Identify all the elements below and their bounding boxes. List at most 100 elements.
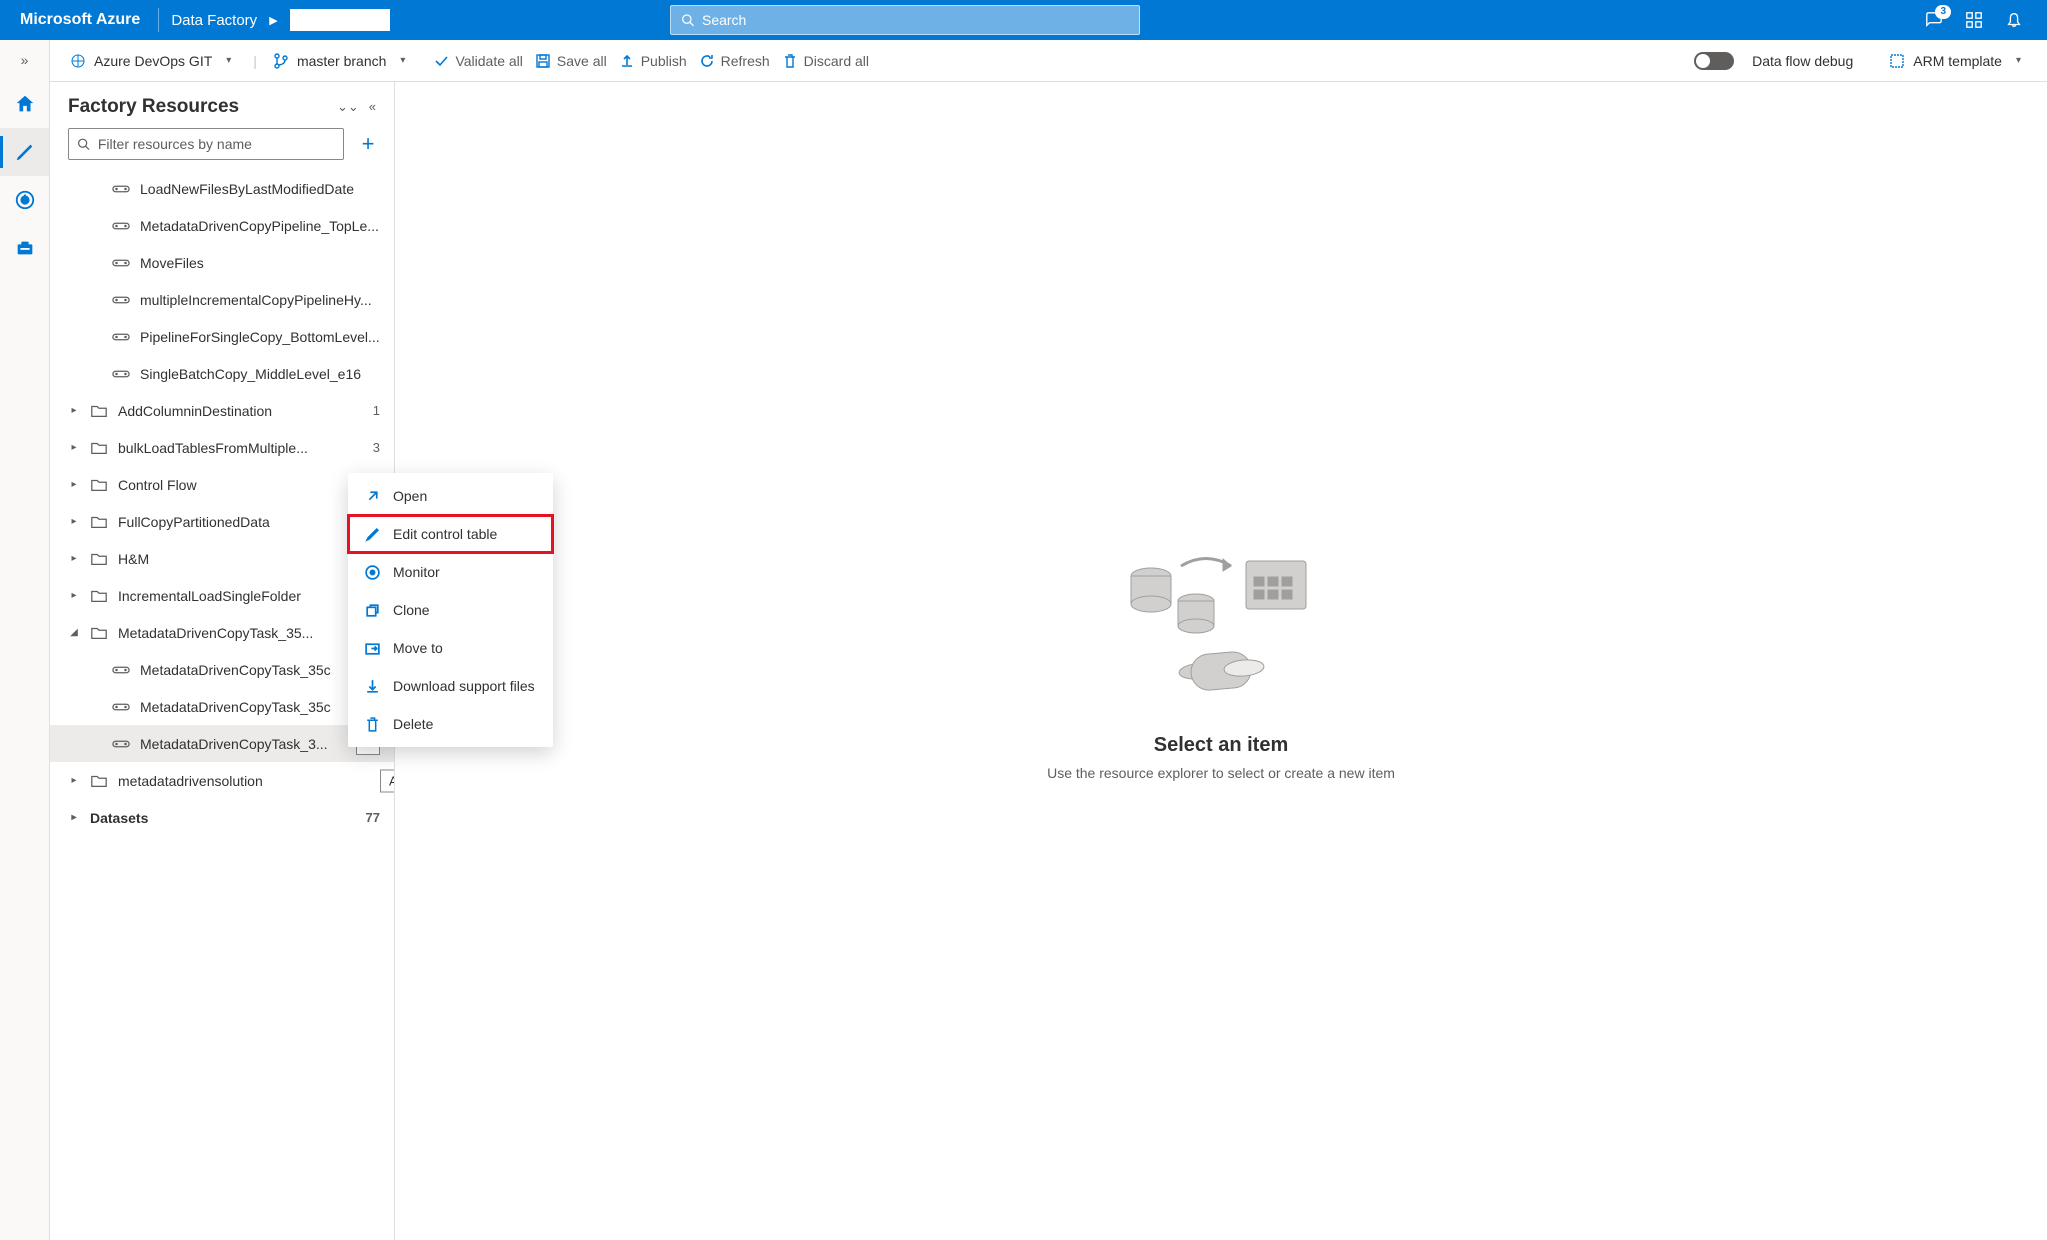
nav-author[interactable]: [0, 128, 49, 176]
tree-pipeline[interactable]: LoadNewFilesByLastModifiedDate: [50, 170, 394, 207]
git-repo-selector[interactable]: Azure DevOps GIT ▾: [70, 53, 237, 69]
menu-delete[interactable]: Delete: [348, 705, 553, 743]
pipeline-context-menu[interactable]: Open Edit control table Monitor Clone Mo…: [348, 473, 553, 747]
rail-expand-button[interactable]: »: [0, 40, 49, 80]
chevron-down-icon: ▾: [220, 55, 237, 66]
tree-item-label: metadatadrivensolution: [118, 773, 380, 789]
filter-row: +: [50, 128, 394, 170]
tree-pipeline[interactable]: MoveFiles: [50, 244, 394, 281]
nav-home[interactable]: [0, 80, 49, 128]
menu-open[interactable]: Open: [348, 477, 553, 515]
nav-manage[interactable]: [0, 224, 49, 272]
pipeline-icon: [112, 698, 130, 716]
tree-pipeline[interactable]: SingleBatchCopy_MiddleLevel_e16: [50, 355, 394, 392]
add-resource-button[interactable]: +: [356, 133, 380, 155]
menu-clone[interactable]: Clone: [348, 591, 553, 629]
tree-item-label: bulkLoadTablesFromMultiple...: [118, 440, 357, 456]
breadcrumb-factory-name: [290, 9, 390, 31]
placeholder-graphic-icon: [1111, 541, 1331, 711]
refresh-button[interactable]: Refresh: [699, 53, 770, 69]
tree-pipeline-child[interactable]: MetadataDrivenCopyTask_35c: [50, 688, 394, 725]
nav-monitor[interactable]: [0, 176, 49, 224]
branch-icon: [273, 53, 289, 69]
tree-item-label: IncrementalLoadSingleFolder: [118, 588, 380, 604]
resource-tree[interactable]: LoadNewFilesByLastModifiedDate MetadataDr…: [50, 170, 394, 1240]
save-icon: [535, 53, 551, 69]
breadcrumb-service: Data Factory: [171, 12, 257, 29]
pipeline-icon: [112, 291, 130, 309]
pipeline-icon: [112, 180, 130, 198]
validate-all-button[interactable]: Validate all: [433, 53, 522, 69]
tree-folder[interactable]: ▸ metadatadrivensolutionActions: [50, 762, 394, 799]
global-search[interactable]: [670, 5, 1140, 35]
collapse-all-icon[interactable]: ⌄⌄: [337, 99, 359, 115]
toggle-off-icon[interactable]: [1694, 52, 1734, 70]
menu-edit-control-table[interactable]: Edit control table: [348, 515, 553, 553]
chevron-down-icon: ▾: [2010, 55, 2027, 66]
tree-folder[interactable]: ▸Control Flow: [50, 466, 394, 503]
open-icon: [364, 488, 381, 505]
tree-item-label: H&M: [118, 551, 380, 567]
menu-monitor[interactable]: Monitor: [348, 553, 553, 591]
tree-folder[interactable]: ▸ H&M: [50, 540, 394, 577]
actions-tooltip: Actions: [380, 769, 394, 792]
expand-toggle-icon[interactable]: ◢: [68, 627, 80, 638]
tree-folder-open[interactable]: ◢ MetadataDrivenCopyTask_35...: [50, 614, 394, 651]
menu-move-to[interactable]: Move to: [348, 629, 553, 667]
feedback-badge: 3: [1935, 5, 1951, 19]
tree-folder[interactable]: ▸ IncrementalLoadSingleFolder: [50, 577, 394, 614]
trash-icon: [782, 53, 798, 69]
folder-icon: [90, 513, 108, 531]
search-input[interactable]: [702, 12, 1129, 28]
item-count: 77: [360, 810, 380, 825]
tree-pipeline-child[interactable]: MetadataDrivenCopyTask_3...···: [50, 725, 394, 762]
tree-pipeline-child[interactable]: MetadataDrivenCopyTask_35c: [50, 651, 394, 688]
folder-icon: [90, 550, 108, 568]
move-icon: [364, 640, 381, 657]
expand-toggle-icon[interactable]: ▸: [68, 516, 80, 527]
expand-toggle-icon[interactable]: ▸: [68, 479, 80, 490]
clone-icon: [364, 602, 381, 619]
tree-item-label: MetadataDrivenCopyPipeline_TopLe...: [140, 218, 380, 234]
publish-button[interactable]: Publish: [619, 53, 687, 69]
expand-toggle-icon[interactable]: ▸: [68, 775, 80, 786]
filter-input[interactable]: [98, 136, 335, 152]
canvas-placeholder: Select an item Use the resource explorer…: [395, 82, 2047, 1240]
discard-all-button[interactable]: Discard all: [782, 53, 869, 69]
tree-pipeline[interactable]: MetadataDrivenCopyPipeline_TopLe...: [50, 207, 394, 244]
expand-toggle-icon[interactable]: ▸: [68, 590, 80, 601]
breadcrumb[interactable]: Data Factory ▶: [165, 9, 389, 31]
save-all-button[interactable]: Save all: [535, 53, 607, 69]
tree-folder[interactable]: ▸FullCopyPartitionedData: [50, 503, 394, 540]
expand-toggle-icon[interactable]: ▸: [68, 553, 80, 564]
switch-studio-icon[interactable]: [1965, 11, 1983, 29]
pipeline-icon: [112, 735, 130, 753]
tree-pipeline[interactable]: PipelineForSingleCopy_BottomLevel...: [50, 318, 394, 355]
expand-toggle-icon[interactable]: ▸: [68, 442, 80, 453]
header-separator: [158, 8, 159, 32]
arm-template-menu[interactable]: ARM template ▾: [1889, 53, 2027, 69]
notifications-icon[interactable]: [2005, 11, 2023, 29]
filter-input-wrapper[interactable]: [68, 128, 344, 160]
collapse-panel-icon[interactable]: «: [369, 99, 376, 115]
branch-selector[interactable]: master branch ▾: [273, 53, 412, 69]
tree-folder[interactable]: ▸bulkLoadTablesFromMultiple...3: [50, 429, 394, 466]
folder-icon: [90, 402, 108, 420]
upload-icon: [619, 53, 635, 69]
feedback-icon[interactable]: 3: [1925, 11, 1943, 29]
tree-item-label: MetadataDrivenCopyTask_35...: [118, 625, 380, 641]
dataflow-debug-toggle[interactable]: Data flow debug: [1694, 52, 1853, 70]
pipeline-icon: [112, 217, 130, 235]
nav-rail: »: [0, 40, 50, 1240]
tree-folder[interactable]: ▸AddColumninDestination1: [50, 392, 394, 429]
expand-toggle-icon[interactable]: ▸: [68, 812, 80, 823]
tree-section-datasets[interactable]: ▸Datasets77: [50, 799, 394, 836]
search-icon: [77, 137, 90, 151]
pipeline-icon: [112, 661, 130, 679]
menu-download-support[interactable]: Download support files: [348, 667, 553, 705]
branch-label: master branch: [297, 53, 386, 69]
resources-title: Factory Resources: [68, 96, 239, 118]
expand-toggle-icon[interactable]: ▸: [68, 405, 80, 416]
tree-pipeline[interactable]: multipleIncrementalCopyPipelineHy...: [50, 281, 394, 318]
trash-icon: [364, 716, 381, 733]
